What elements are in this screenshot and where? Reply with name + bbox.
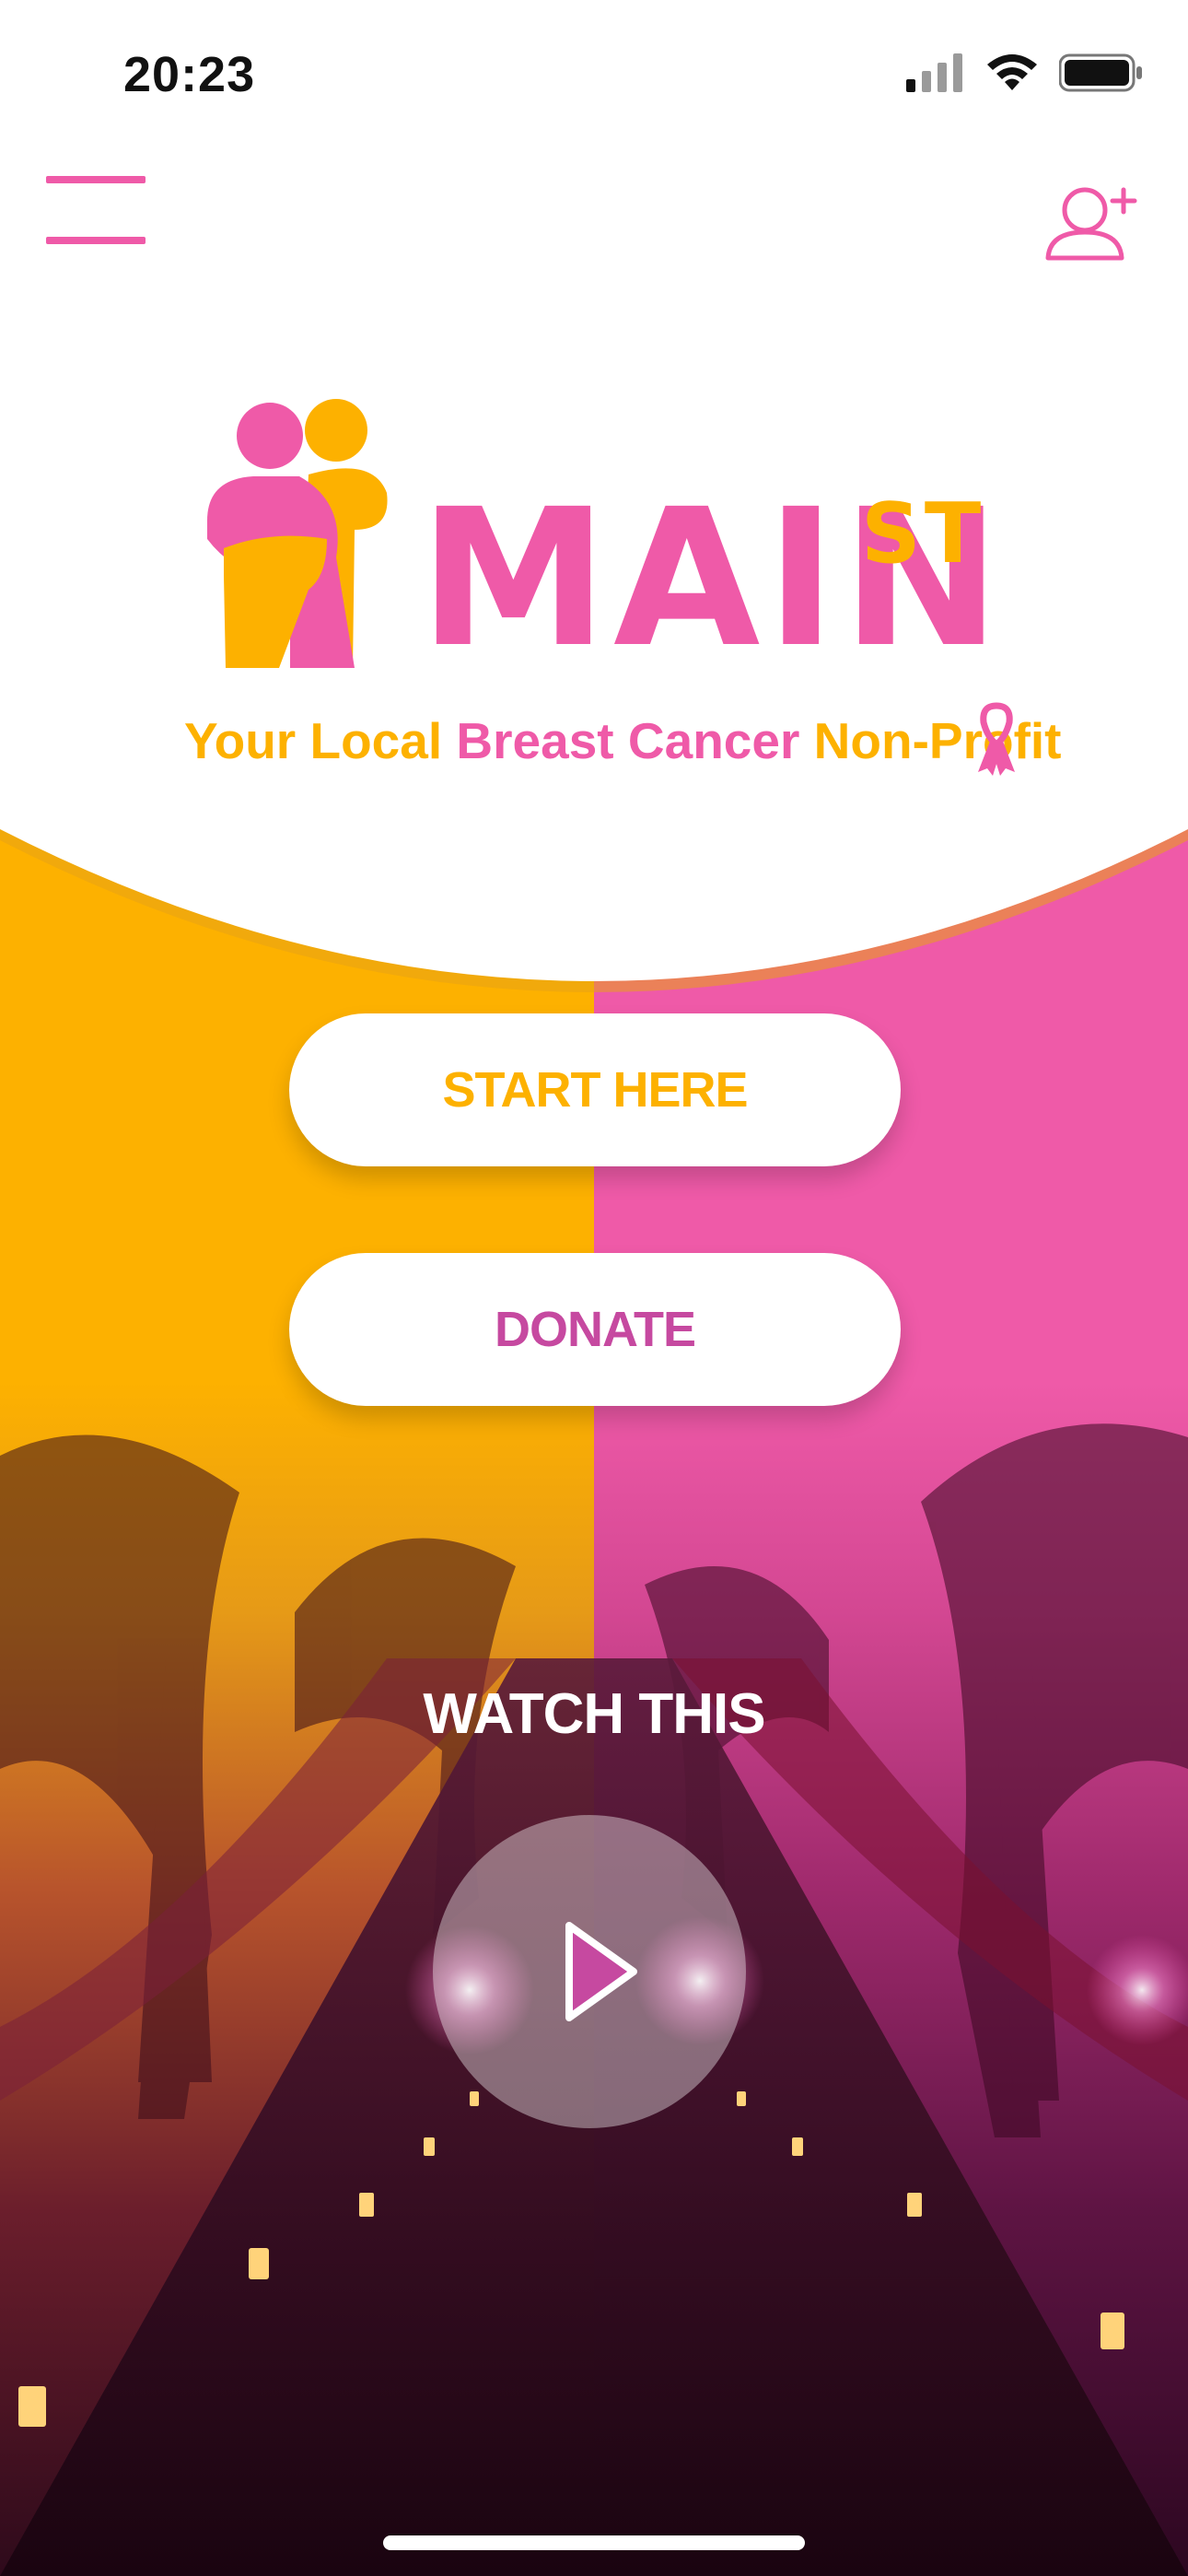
tagline: Your Local Breast Cancer Non-Profit [184,711,1062,770]
add-user-icon[interactable] [1041,182,1142,265]
tagline-part-3: Non-Profit [799,712,1062,769]
play-icon [565,1922,637,2021]
pink-ribbon-icon [978,702,1015,776]
watch-this-heading: WATCH THIS [423,1682,765,1746]
home-indicator[interactable] [383,2535,805,2550]
tagline-part-1: Your Local [184,712,457,769]
wifi-icon [987,54,1037,90]
tagline-part-2: Breast Cancer [456,712,800,769]
battery-icon [1059,53,1142,92]
cellular-signal-icon [906,53,962,92]
hug-logo-icon [207,399,388,668]
status-icons [906,53,1144,92]
home-screen: 20:23 MAIN ST Your Local Breast Cancer N… [0,0,1188,2576]
donate-button[interactable]: DONATE [289,1253,901,1406]
start-here-button[interactable]: START HERE [289,1013,901,1166]
play-video-button[interactable] [433,1815,746,2128]
logo-superscript: ST [861,486,985,582]
status-time: 20:23 [123,47,256,102]
hamburger-menu-icon[interactable] [46,170,147,253]
